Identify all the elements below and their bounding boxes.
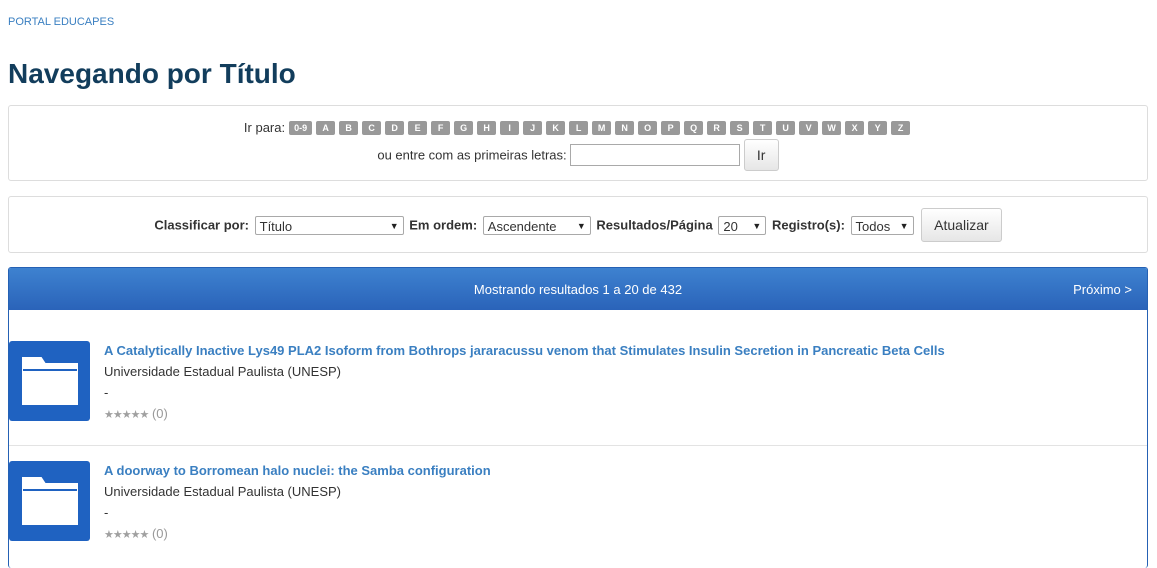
letter-button-k[interactable]: K xyxy=(546,120,566,135)
letter-button-f[interactable]: F xyxy=(431,120,451,135)
jump-letter-row: Ir para: 0-9 A B C D E F G H I J K L M N O P Q R S T U V W X Y Z xyxy=(9,119,1147,136)
next-page-link[interactable]: Próximo > xyxy=(1073,282,1132,297)
letter-button-a[interactable]: A xyxy=(316,120,336,135)
page-title: Navegando por Título xyxy=(8,58,296,89)
letter-button-z[interactable]: Z xyxy=(891,120,911,135)
result-item: A Catalytically Inactive Lys49 PLA2 Isof… xyxy=(9,310,1147,445)
sort-controls: Classificar por: Título ▼ Em ordem: Ascen… xyxy=(9,208,1147,242)
update-button[interactable]: Atualizar xyxy=(921,208,1002,242)
chevron-down-icon: ▼ xyxy=(899,220,909,231)
star-rating-icon: ★★★★★ xyxy=(104,529,149,541)
item-rating: ★★★★★ (0) xyxy=(104,406,945,423)
letter-button-w[interactable]: W xyxy=(822,120,842,135)
letter-button-j[interactable]: J xyxy=(523,120,543,135)
item-rating: ★★★★★ (0) xyxy=(104,526,491,543)
order-value: Ascendente xyxy=(487,218,557,234)
letter-button-h[interactable]: H xyxy=(477,120,497,135)
go-button[interactable]: Ir xyxy=(743,139,779,171)
letter-button-i[interactable]: I xyxy=(500,120,520,135)
records-label: Registro(s): xyxy=(771,217,845,233)
starts-with-label: ou entre com as primeiras letras: xyxy=(377,147,567,163)
letter-button-q[interactable]: Q xyxy=(684,120,704,135)
rating-count: (0) xyxy=(151,526,168,541)
results-per-page-label: Resultados/Página xyxy=(596,217,713,233)
result-item: A doorway to Borromean halo nuclei: the … xyxy=(9,445,1147,568)
folder-icon xyxy=(22,357,78,405)
sort-panel: Classificar por: Título ▼ Em ordem: Ascen… xyxy=(8,196,1148,253)
letter-button-u[interactable]: U xyxy=(776,120,796,135)
item-date: - xyxy=(104,505,109,520)
results-per-page-value: 20 xyxy=(723,218,738,234)
letter-button-y[interactable]: Y xyxy=(868,120,888,135)
starts-with-row: ou entre com as primeiras letras: Ir xyxy=(9,139,1147,171)
breadcrumb-portal-educapes[interactable]: PORTAL EDUCAPES xyxy=(8,16,114,28)
item-info: A Catalytically Inactive Lys49 PLA2 Isof… xyxy=(104,343,945,423)
item-publisher: Universidade Estadual Paulista (UNESP) xyxy=(104,484,341,499)
item-info: A doorway to Borromean halo nuclei: the … xyxy=(104,463,491,543)
item-thumbnail[interactable] xyxy=(9,341,90,421)
letter-button-n[interactable]: N xyxy=(615,120,635,135)
records-value: Todos xyxy=(855,218,891,234)
jump-label: Ir para: xyxy=(243,119,286,135)
rating-count: (0) xyxy=(151,406,168,421)
jump-panel: Ir para: 0-9 A B C D E F G H I J K L M N O P Q R S T U V W X Y Z ou… xyxy=(8,105,1148,181)
item-thumbnail[interactable] xyxy=(9,461,90,541)
letter-button-l[interactable]: L xyxy=(569,120,589,135)
item-title-link[interactable]: A Catalytically Inactive Lys49 PLA2 Isof… xyxy=(104,343,945,359)
item-title-link[interactable]: A doorway to Borromean halo nuclei: the … xyxy=(104,463,491,479)
sort-by-select[interactable]: Título ▼ xyxy=(254,215,404,235)
order-select[interactable]: Ascendente ▼ xyxy=(482,215,591,235)
letter-button-0-9[interactable]: 0-9 xyxy=(289,120,313,135)
letter-button-b[interactable]: B xyxy=(339,120,359,135)
sort-by-value: Título xyxy=(259,218,293,234)
results-summary: Mostrando resultados 1 a 20 de 432 xyxy=(473,282,683,297)
letter-button-c[interactable]: C xyxy=(362,120,382,135)
letter-button-v[interactable]: V xyxy=(799,120,819,135)
sort-by-label: Classificar por: xyxy=(154,217,249,233)
item-date: - xyxy=(104,385,109,400)
letter-button-s[interactable]: S xyxy=(730,120,750,135)
letter-list: 0-9 A B C D E F G H I J K L M N O P Q R S T U V W X Y Z xyxy=(287,119,912,135)
letter-button-g[interactable]: G xyxy=(454,120,474,135)
letter-button-t[interactable]: T xyxy=(753,120,773,135)
letter-button-p[interactable]: P xyxy=(661,120,681,135)
letter-button-x[interactable]: X xyxy=(845,120,865,135)
results-panel: Mostrando resultados 1 a 20 de 432 Próxi… xyxy=(8,267,1148,568)
letter-button-d[interactable]: D xyxy=(385,120,405,135)
item-publisher: Universidade Estadual Paulista (UNESP) xyxy=(104,364,341,379)
star-rating-icon: ★★★★★ xyxy=(104,409,149,421)
order-label: Em ordem: xyxy=(409,217,478,233)
letter-button-o[interactable]: O xyxy=(638,120,658,135)
letter-button-r[interactable]: R xyxy=(707,120,727,135)
chevron-down-icon: ▼ xyxy=(576,220,586,231)
results-header: Mostrando resultados 1 a 20 de 432 Próxi… xyxy=(9,268,1147,310)
letter-button-e[interactable]: E xyxy=(408,120,428,135)
chevron-down-icon: ▼ xyxy=(389,220,399,231)
chevron-down-icon: ▼ xyxy=(752,220,762,231)
folder-icon xyxy=(22,477,78,525)
starts-with-input[interactable] xyxy=(569,144,740,166)
results-per-page-select[interactable]: 20 ▼ xyxy=(718,215,767,235)
letter-button-m[interactable]: M xyxy=(592,120,612,135)
records-select[interactable]: Todos ▼ xyxy=(850,215,914,235)
